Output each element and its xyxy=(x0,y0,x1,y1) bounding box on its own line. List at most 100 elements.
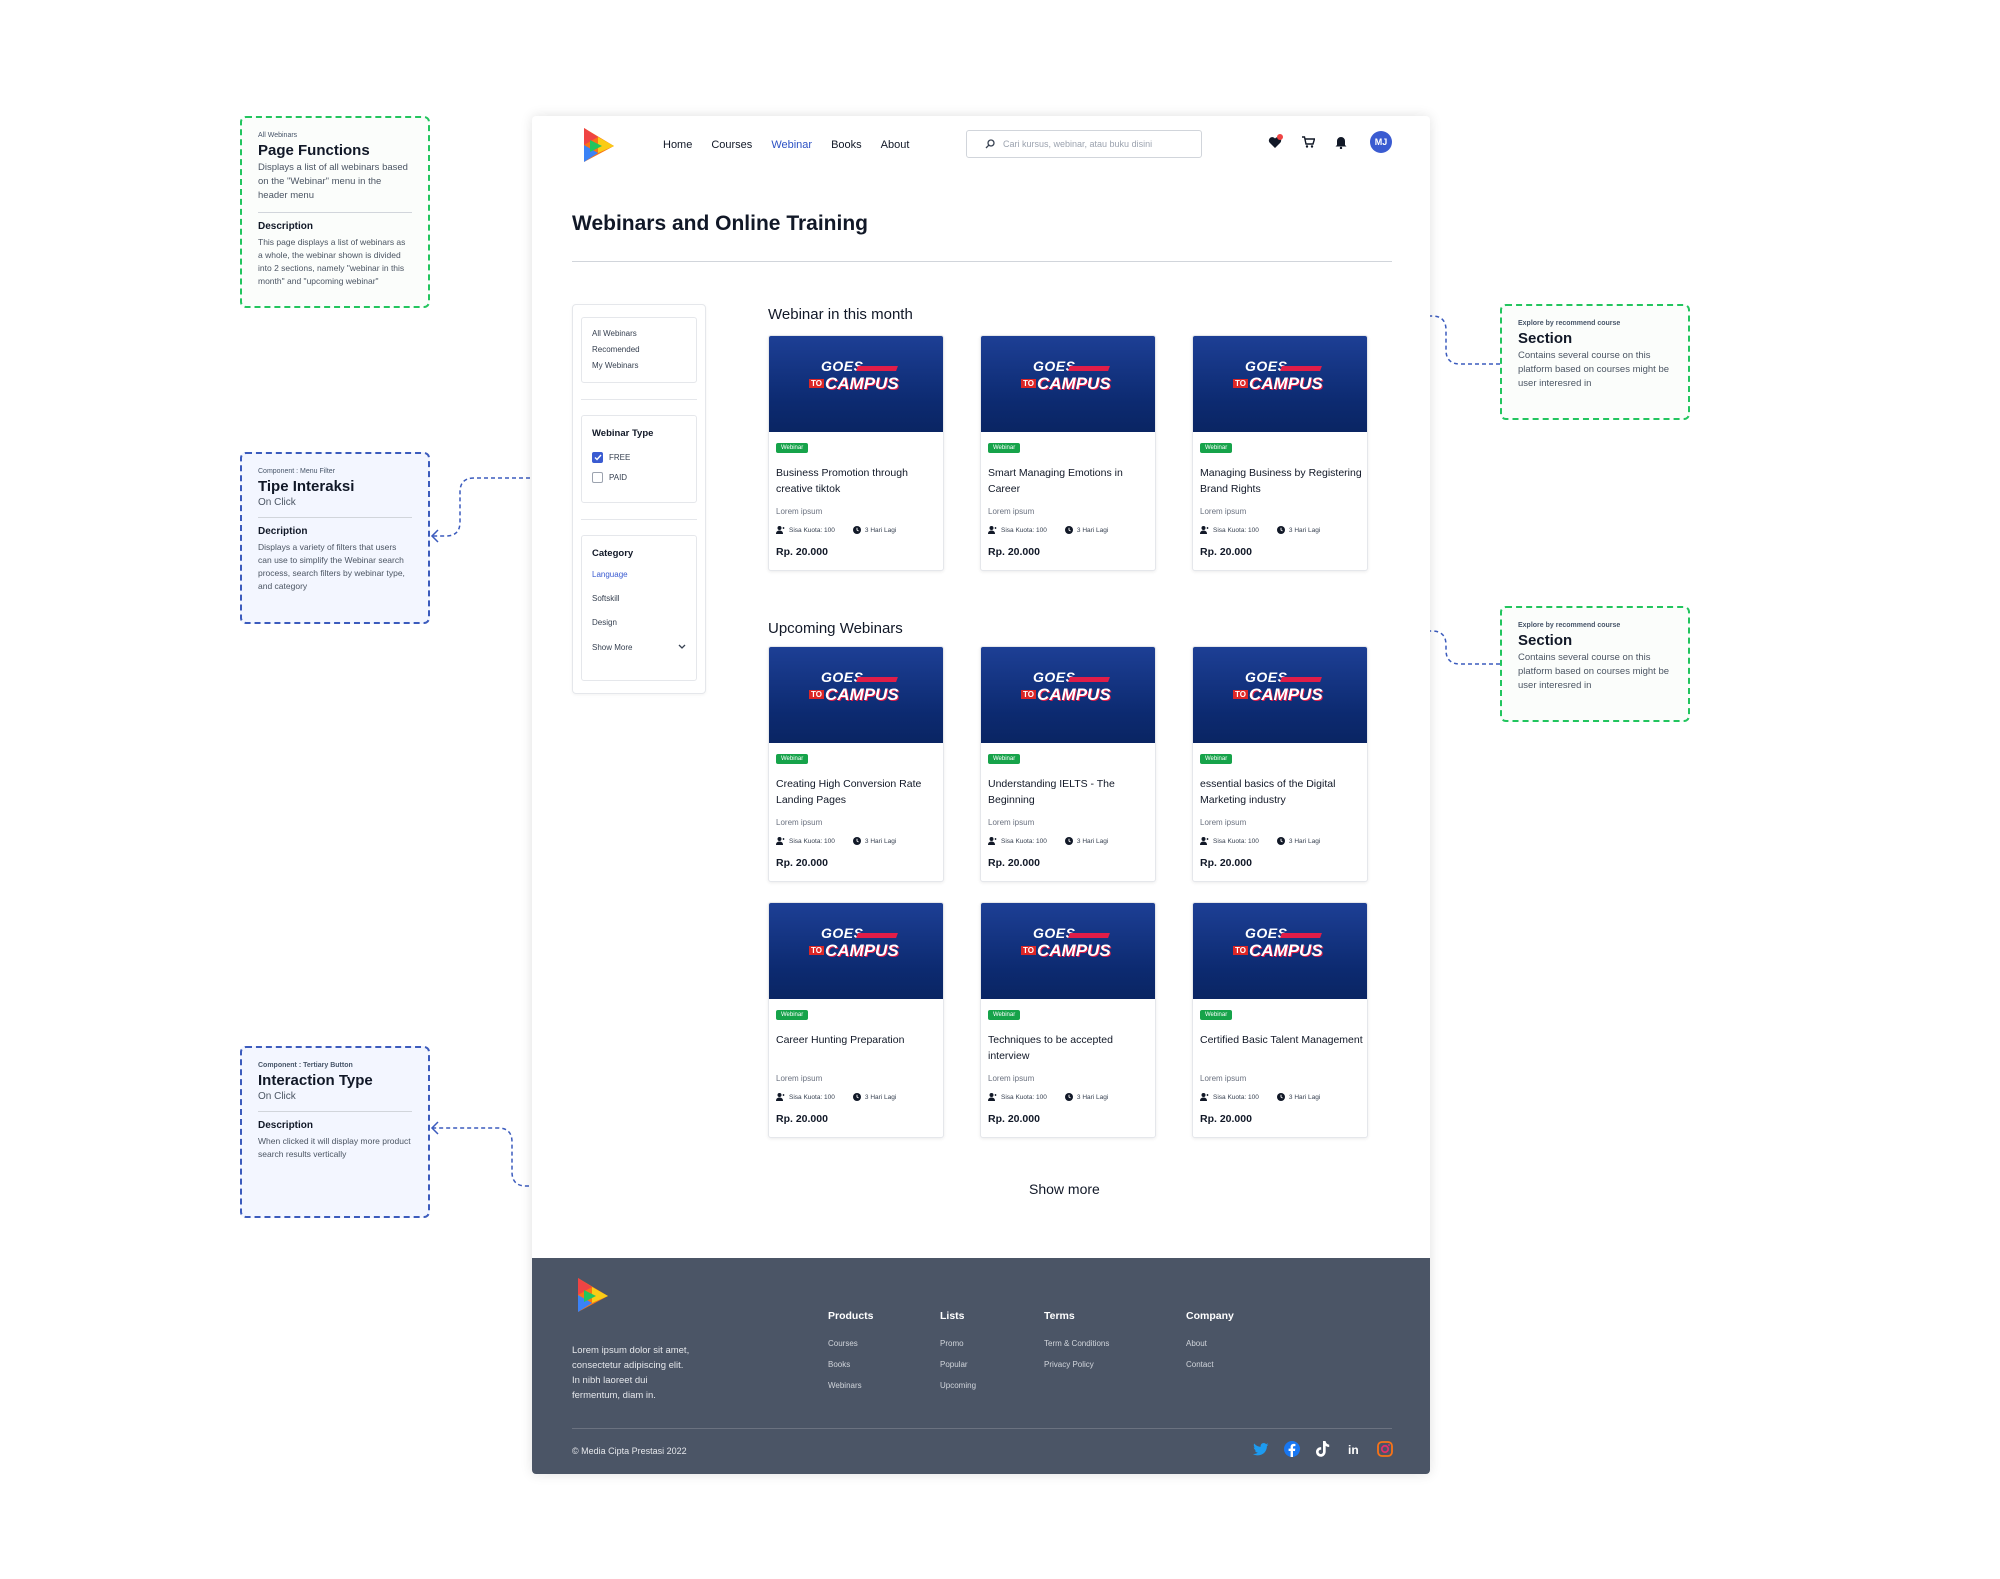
search-input[interactable] xyxy=(1003,139,1193,149)
nav-courses[interactable]: Courses xyxy=(711,139,752,151)
category-show-more[interactable]: Show More xyxy=(582,635,696,659)
note-desc: When clicked it will display more produc… xyxy=(258,1136,411,1159)
banner-text: CAMPUS xyxy=(1249,941,1323,960)
card-title[interactable]: essential basics of the Digital Marketin… xyxy=(1200,776,1365,808)
card-title[interactable]: Smart Managing Emotions in Career xyxy=(988,465,1153,497)
footer-link[interactable]: Promo xyxy=(940,1333,976,1354)
card-banner-image: GOES TO CAMPUS xyxy=(1193,903,1367,999)
twitter-icon[interactable] xyxy=(1252,1440,1270,1458)
brand-logo[interactable] xyxy=(580,126,616,164)
footer-link[interactable]: Books xyxy=(828,1354,874,1375)
card-meta: Sisa Kuota: 100 3 Hari Lagi xyxy=(988,837,1108,845)
nav-about[interactable]: About xyxy=(881,139,910,151)
nav-books[interactable]: Books xyxy=(831,139,862,151)
avatar[interactable]: MJ xyxy=(1370,131,1392,153)
card-title[interactable]: Certified Basic Talent Management xyxy=(1200,1032,1365,1048)
banner-stripe xyxy=(856,933,898,938)
webinar-card[interactable]: GOES TO CAMPUS Webinar Techniques to be … xyxy=(980,902,1156,1138)
card-meta: Sisa Kuota: 100 3 Hari Lagi xyxy=(776,526,896,534)
note-eyebrow: Component : Tertiary Button xyxy=(258,1062,353,1069)
card-meta: Sisa Kuota: 100 3 Hari Lagi xyxy=(776,1093,896,1101)
footer-link[interactable]: Webinars xyxy=(828,1375,874,1396)
footer-column-products: Products Courses Books Webinars xyxy=(828,1310,874,1396)
footer-link[interactable]: Courses xyxy=(828,1333,874,1354)
clock-icon xyxy=(1064,526,1073,534)
search-icon xyxy=(985,139,995,149)
webinar-card[interactable]: GOES TO CAMPUS Webinar Managing Business… xyxy=(1192,335,1368,571)
card-price: Rp. 20.000 xyxy=(1200,546,1252,558)
banner-stripe xyxy=(856,677,898,682)
card-price: Rp. 20.000 xyxy=(1200,1113,1252,1125)
banner-text: TO xyxy=(809,379,824,388)
show-more-label: Show More xyxy=(592,642,633,652)
filter-recomended[interactable]: Recomended xyxy=(582,342,696,358)
note-text: Contains several course on this platform… xyxy=(1518,350,1670,389)
checkbox-unchecked[interactable] xyxy=(592,471,603,483)
webinar-card[interactable]: GOES TO CAMPUS Webinar Creating High Con… xyxy=(768,646,944,882)
filter-my-webinars[interactable]: My Webinars xyxy=(582,358,696,374)
card-subtitle: Lorem ipsum xyxy=(1200,1074,1247,1083)
card-banner-image: GOES TO CAMPUS xyxy=(769,903,943,999)
type-free-option[interactable]: FREE xyxy=(582,447,696,467)
footer-link[interactable]: About xyxy=(1186,1333,1234,1354)
filter-all-webinars[interactable]: All Webinars xyxy=(582,326,696,342)
nav-home[interactable]: Home xyxy=(663,139,692,151)
tiktok-icon[interactable] xyxy=(1314,1440,1332,1458)
category-language[interactable]: Language xyxy=(582,563,696,587)
linkedin-icon[interactable]: in xyxy=(1345,1440,1363,1458)
card-title[interactable]: Creating High Conversion Rate Landing Pa… xyxy=(776,776,941,808)
cart-icon[interactable] xyxy=(1300,134,1316,150)
note-title: Section xyxy=(1518,330,1573,347)
instagram-icon[interactable] xyxy=(1376,1440,1394,1458)
card-title[interactable]: Business Promotion through creative tikt… xyxy=(776,465,941,497)
note-page-functions: All Webinars Page Functions Displays a l… xyxy=(240,116,430,308)
user-icon xyxy=(1200,1093,1209,1101)
webinar-card[interactable]: GOES TO CAMPUS Webinar Career Hunting Pr… xyxy=(768,902,944,1138)
note-eyebrow: Component : Menu Filter xyxy=(258,468,336,475)
note-title: Interaction Type xyxy=(258,1072,373,1089)
footer-logo[interactable] xyxy=(574,1276,610,1314)
note-divider xyxy=(258,212,412,213)
category-softskill[interactable]: Softskill xyxy=(582,587,696,611)
type-paid-option[interactable]: PAID xyxy=(582,467,696,487)
bell-icon[interactable] xyxy=(1333,134,1349,150)
card-title[interactable]: Career Hunting Preparation xyxy=(776,1032,941,1048)
footer-link[interactable]: Term & Conditions xyxy=(1044,1333,1109,1354)
webinar-card[interactable]: GOES TO CAMPUS Webinar Smart Managing Em… xyxy=(980,335,1156,571)
footer-description: Lorem ipsum dolor sit amet, consectetur … xyxy=(572,1345,690,1401)
webinar-card[interactable]: GOES TO CAMPUS Webinar Certified Basic T… xyxy=(1192,902,1368,1138)
webinar-card[interactable]: GOES TO CAMPUS Webinar essential basics … xyxy=(1192,646,1368,882)
card-subtitle: Lorem ipsum xyxy=(776,1074,823,1083)
checkbox-checked[interactable] xyxy=(592,451,603,463)
card-quota: Sisa Kuota: 100 xyxy=(789,526,835,534)
footer-link[interactable]: Privacy Policy xyxy=(1044,1354,1109,1375)
wishlist-icon[interactable] xyxy=(1267,134,1283,150)
card-time-left: 3 Hari Lagi xyxy=(1288,837,1321,845)
facebook-icon[interactable] xyxy=(1283,1440,1301,1458)
show-more-button[interactable]: Show more xyxy=(1029,1181,1100,1197)
card-subtitle: Lorem ipsum xyxy=(1200,507,1247,516)
footer-heading: Company xyxy=(1186,1310,1234,1322)
webinar-card[interactable]: GOES TO CAMPUS Webinar Understanding IEL… xyxy=(980,646,1156,882)
note-text: Displays a list of all webinars based on… xyxy=(258,162,408,201)
banner-text: TO xyxy=(1233,379,1248,388)
card-price: Rp. 20.000 xyxy=(988,857,1040,869)
footer-link[interactable]: Upcoming xyxy=(940,1375,976,1396)
banner-text: CAMPUS xyxy=(825,374,899,393)
footer-link[interactable]: Contact xyxy=(1186,1354,1234,1375)
card-price: Rp. 20.000 xyxy=(776,857,828,869)
card-title[interactable]: Techniques to be accepted interview xyxy=(988,1032,1153,1064)
card-title[interactable]: Managing Business by Registering Brand R… xyxy=(1200,465,1365,497)
note-section-this-month: Explore by recommend course Section Cont… xyxy=(1500,304,1690,420)
webinar-card[interactable]: GOES TO CAMPUS Webinar Business Promotio… xyxy=(768,335,944,571)
note-title: Section xyxy=(1518,632,1573,649)
banner-text: CAMPUS xyxy=(1037,374,1111,393)
category-design[interactable]: Design xyxy=(582,611,696,635)
footer-link[interactable]: Popular xyxy=(940,1354,976,1375)
banner-stripe xyxy=(1280,366,1322,371)
filter-sidebar: All Webinars Recomended My Webinars Webi… xyxy=(572,304,706,694)
nav-webinar[interactable]: Webinar xyxy=(771,139,812,151)
card-time-left: 3 Hari Lagi xyxy=(1288,526,1321,534)
card-title[interactable]: Understanding IELTS - The Beginning xyxy=(988,776,1153,808)
banner-stripe xyxy=(1068,933,1110,938)
